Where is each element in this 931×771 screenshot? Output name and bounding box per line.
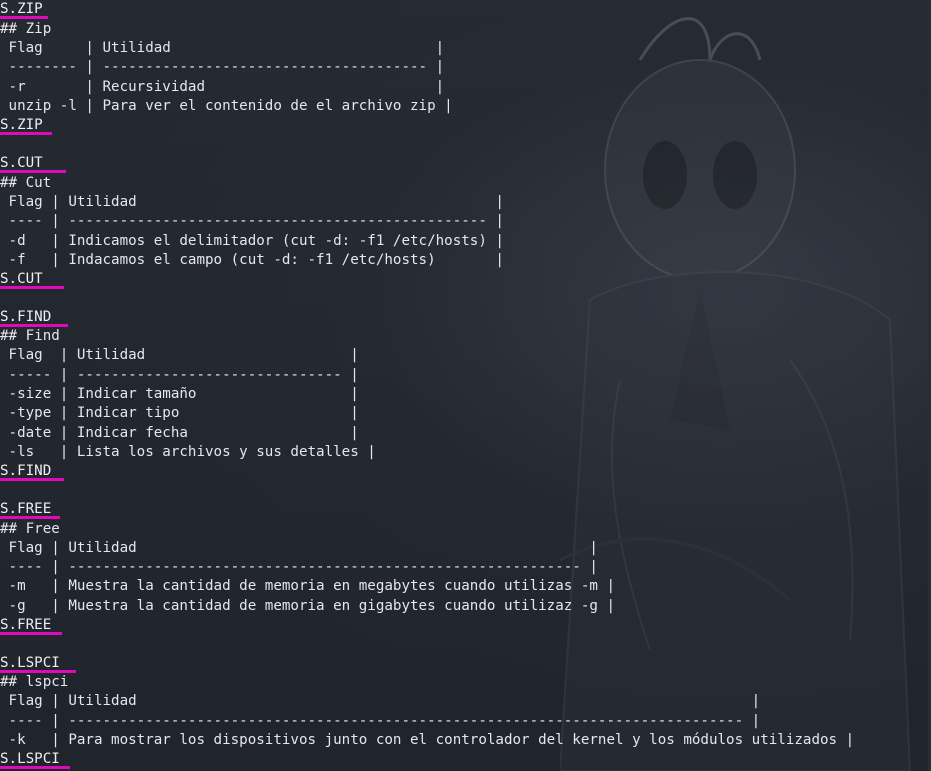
table-row: ----- | ------------------------------- … <box>0 367 359 383</box>
table-row: Flag | Utilidad | <box>0 347 359 363</box>
section-header: ## Zip <box>0 21 52 37</box>
table-row: -date | Indicar fecha | <box>0 425 359 441</box>
table-row: Flag | Utilidad | <box>0 693 761 709</box>
tag-underline <box>0 16 48 19</box>
terminal-text-area: S.ZIP ## Zip Flag | Utilidad | -------- … <box>0 0 931 771</box>
table-row: Flag | Utilidad | <box>0 194 504 210</box>
table-row: -r | Recursividad | <box>0 79 445 95</box>
table-row: -m | Muestra la cantidad de memoria en m… <box>0 578 615 594</box>
section-header: ## Find <box>0 328 60 344</box>
table-row: -g | Muestra la cantidad de memoria en g… <box>0 598 615 614</box>
terminal-window[interactable]: S.ZIP ## Zip Flag | Utilidad | -------- … <box>0 0 931 771</box>
section-header: ## Free <box>0 521 60 537</box>
tag-underline <box>0 516 60 519</box>
table-row: -ls | Lista los archivos y sus detalles … <box>0 444 376 460</box>
table-row: Flag | Utilidad | <box>0 40 445 56</box>
section-header: ## Cut <box>0 175 52 191</box>
tag-underline <box>0 766 70 769</box>
tag-underline <box>0 478 64 481</box>
tag-underline <box>0 170 66 173</box>
table-row: -d | Indicamos el delimitador (cut -d: -… <box>0 233 504 249</box>
table-row: -------- | -----------------------------… <box>0 59 445 75</box>
section-header: ## lspci <box>0 674 69 690</box>
table-row: ---- | ---------------------------------… <box>0 713 761 729</box>
table-row: -k | Para mostrar los dispositivos junto… <box>0 732 855 748</box>
table-row: -type | Indicar tipo | <box>0 405 359 421</box>
table-row: unzip -l | Para ver el contenido de el a… <box>0 98 453 114</box>
tag-underline <box>0 632 62 635</box>
table-row: Flag | Utilidad | <box>0 540 598 556</box>
tag-underline <box>0 132 52 135</box>
tag-underline <box>0 286 64 289</box>
table-row: -f | Indacamos el campo (cut -d: -f1 /et… <box>0 252 504 268</box>
table-row: ---- | ---------------------------------… <box>0 213 504 229</box>
table-row: ---- | ---------------------------------… <box>0 559 598 575</box>
table-row: -size | Indicar tamaño | <box>0 386 359 402</box>
